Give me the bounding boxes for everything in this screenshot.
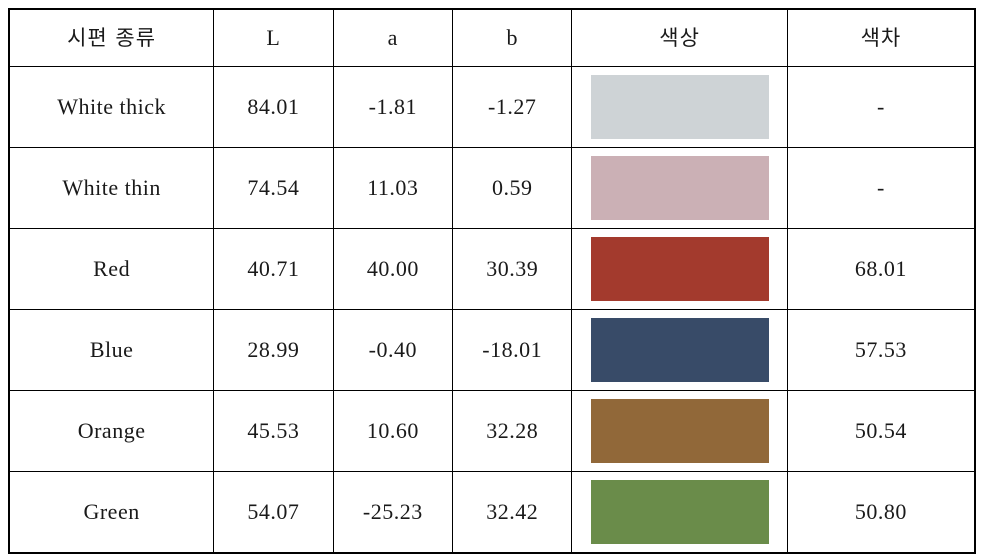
cell-a: -25.23 [332,471,454,554]
cell-b: 32.42 [452,471,573,554]
color-difference-value: 50.54 [854,418,907,443]
table-row: Red 40.71 40.00 30.39 68.01 [8,228,976,310]
color-difference-value: 50.80 [854,499,907,524]
l-value: 84.01 [247,94,300,119]
cell-color [571,66,788,148]
column-header-color-difference-label: 색차 [860,25,902,50]
l-value: 28.99 [247,337,300,362]
l-value: 54.07 [247,499,300,524]
table-row: Blue 28.99 -0.40 -18.01 57.53 [8,309,976,391]
cell-a: 11.03 [332,147,454,229]
l-value: 45.53 [247,418,300,443]
cell-color-difference: 57.53 [786,309,976,391]
column-header-l-label: L [266,25,281,50]
color-measurement-table: 시편 종류 L a b 색상 색차 White thick 84.01 -1.8… [8,8,976,554]
column-header-a: a [332,8,454,67]
a-value: -25.23 [362,499,423,524]
cell-color-difference: 68.01 [786,228,976,310]
cell-l: 74.54 [213,147,334,229]
cell-specimen-type: Blue [8,309,215,391]
b-value: 0.59 [491,175,533,200]
a-value: 11.03 [367,175,419,200]
l-value: 40.71 [247,256,300,281]
color-swatch [590,318,769,382]
specimen-type-value: Green [83,499,140,524]
specimen-type-value: Blue [89,337,134,362]
color-difference-value: 68.01 [854,256,907,281]
color-measurement-table-container: 시편 종류 L a b 색상 색차 White thick 84.01 -1.8… [8,8,976,554]
cell-a: -0.40 [332,309,454,391]
cell-a: 40.00 [332,228,454,310]
table-row: Green 54.07 -25.23 32.42 50.80 [8,471,976,554]
color-swatch [590,237,769,301]
cell-color-difference: 50.54 [786,390,976,472]
color-difference-value: - [876,175,885,200]
color-swatch [590,156,769,220]
table-header: 시편 종류 L a b 색상 색차 [8,8,976,67]
l-value: 74.54 [247,175,300,200]
b-value: -18.01 [482,337,543,362]
a-value: -0.40 [368,337,417,362]
column-header-specimen-type-label: 시편 종류 [67,25,157,50]
a-value: 40.00 [366,256,419,281]
column-header-color-difference: 색차 [786,8,976,67]
column-header-b-label: b [506,25,518,50]
cell-a: 10.60 [332,390,454,472]
cell-l: 54.07 [213,471,334,554]
cell-color [571,228,788,310]
b-value: 32.42 [486,499,539,524]
specimen-type-value: Orange [77,418,146,443]
color-swatch [590,75,769,139]
table-body: White thick 84.01 -1.81 -1.27 - White th… [8,66,976,554]
cell-l: 28.99 [213,309,334,391]
specimen-type-value: White thick [57,94,166,119]
a-value: 10.60 [366,418,419,443]
column-header-color: 색상 [571,8,788,67]
b-value: -1.27 [488,94,537,119]
cell-specimen-type: White thick [8,66,215,148]
specimen-type-value: Red [93,256,131,281]
cell-color-difference: - [786,147,976,229]
table-row: White thin 74.54 11.03 0.59 - [8,147,976,229]
b-value: 32.28 [486,418,539,443]
cell-color [571,471,788,554]
cell-specimen-type: Orange [8,390,215,472]
table-row: White thick 84.01 -1.81 -1.27 - [8,66,976,148]
color-difference-value: - [876,94,885,119]
column-header-color-label: 색상 [659,25,700,50]
b-value: 30.39 [486,256,539,281]
specimen-type-value: White thin [62,175,161,200]
color-difference-value: 57.53 [854,337,907,362]
cell-color [571,390,788,472]
column-header-specimen-type: 시편 종류 [8,8,215,67]
table-row: Orange 45.53 10.60 32.28 50.54 [8,390,976,472]
cell-b: 0.59 [452,147,573,229]
cell-l: 84.01 [213,66,334,148]
cell-specimen-type: Red [8,228,215,310]
cell-l: 45.53 [213,390,334,472]
color-swatch [590,399,769,463]
cell-specimen-type: White thin [8,147,215,229]
cell-color-difference: - [786,66,976,148]
cell-b: 30.39 [452,228,573,310]
column-header-l: L [213,8,334,67]
cell-a: -1.81 [332,66,454,148]
column-header-b: b [452,8,573,67]
cell-color [571,309,788,391]
cell-color-difference: 50.80 [786,471,976,554]
cell-specimen-type: Green [8,471,215,554]
column-header-a-label: a [387,25,398,50]
color-swatch [590,480,769,544]
cell-b: -1.27 [452,66,573,148]
a-value: -1.81 [368,94,417,119]
header-row: 시편 종류 L a b 색상 색차 [8,8,976,67]
cell-color [571,147,788,229]
cell-b: 32.28 [452,390,573,472]
cell-l: 40.71 [213,228,334,310]
cell-b: -18.01 [452,309,573,391]
